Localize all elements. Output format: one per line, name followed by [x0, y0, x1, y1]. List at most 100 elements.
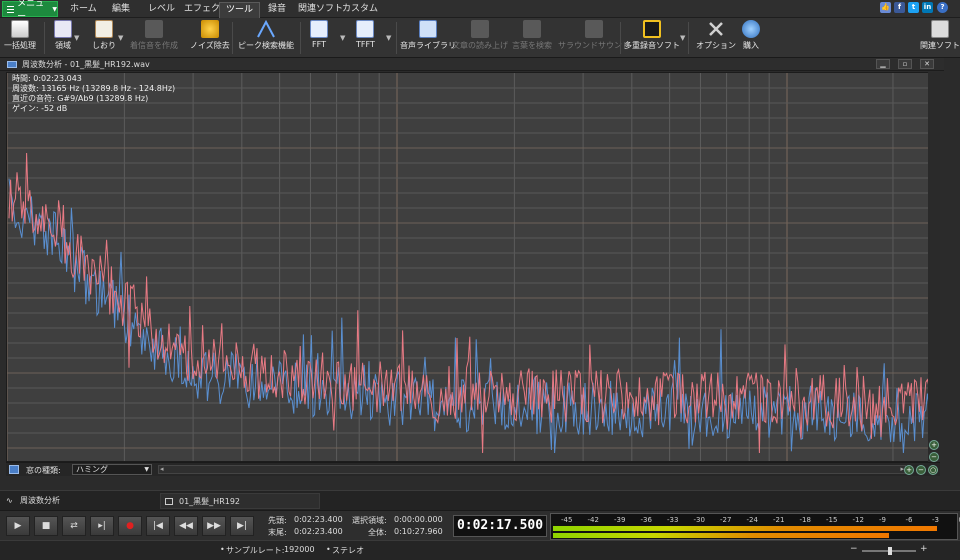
linkedin-icon[interactable]: in — [922, 2, 933, 13]
frequency-plot[interactable] — [6, 72, 940, 462]
tab-home[interactable]: ホーム — [64, 2, 103, 18]
level-bar-right — [553, 533, 889, 538]
ribbon-separator — [688, 22, 689, 54]
total-value: 0:10:27.960 — [394, 527, 443, 536]
waveform-icon: ∿ — [6, 496, 13, 505]
h-zoom-fit-icon[interactable]: ○ — [928, 465, 938, 475]
fft-button[interactable]: FFT — [310, 20, 328, 56]
tab-level[interactable]: レベル — [142, 2, 181, 18]
h-zoom-out-icon[interactable]: − — [916, 465, 926, 475]
ringtone-button[interactable]: 着信音を作成 — [130, 20, 178, 56]
region-button[interactable]: 領域 — [54, 20, 72, 56]
total-label: 全体: — [368, 528, 387, 537]
audio-library-button[interactable]: 音声ライブラリ — [400, 20, 456, 56]
record-button[interactable]: ● — [118, 516, 142, 536]
meter-tick-label: -9 — [879, 516, 886, 524]
loop-button[interactable]: ⇄ — [62, 516, 86, 536]
go-start-button[interactable]: |◀ — [146, 516, 170, 536]
text-reading-button[interactable]: 文章の読み上げ — [452, 20, 508, 56]
main-menu-button[interactable]: メニュー ▼ — [2, 0, 58, 22]
chevron-down-icon[interactable]: ▼ — [340, 34, 345, 42]
meter-tick-label: -30 — [693, 516, 705, 524]
channels-value: ステレオ — [332, 546, 364, 555]
zoom-out-icon[interactable]: − — [929, 452, 939, 462]
noise-removal-button[interactable]: ノイズ除去 — [190, 20, 230, 56]
restore-button[interactable]: ▫ — [898, 59, 912, 69]
ribbon-separator — [44, 22, 45, 54]
tab-custom[interactable]: カスタム — [336, 2, 384, 18]
level-bar-left — [553, 526, 937, 531]
word-search-icon — [523, 20, 541, 38]
zoom-in-icon[interactable]: + — [929, 440, 939, 450]
multitrack-button[interactable]: 多重録音ソフト — [624, 20, 680, 56]
rewind-button[interactable]: ◀◀ — [174, 516, 198, 536]
doc-tab-frequency-analysis[interactable]: ∿ 周波数分析 — [2, 493, 162, 509]
bullet-icon: • — [220, 545, 225, 554]
bookmark-label: しおり — [92, 41, 116, 50]
status-bar: • サンプルレート: 192000 • ステレオ − + — [0, 540, 960, 560]
like-icon[interactable]: 👍 — [880, 2, 891, 13]
close-button[interactable]: ✕ — [920, 59, 934, 69]
ribbon-separator — [396, 22, 397, 54]
chevron-down-icon[interactable]: ▼ — [680, 34, 685, 42]
tab-record[interactable]: 録音 — [262, 2, 292, 18]
tab-tools[interactable]: ツール — [219, 2, 261, 18]
window-type-value: ハミング — [76, 465, 108, 474]
options-button[interactable]: オプション — [696, 20, 736, 56]
meter-tick-label: -45 — [561, 516, 573, 524]
gain-readout: ゲイン: -52 dB — [12, 104, 68, 113]
horizontal-grid — [7, 87, 939, 449]
h-zoom-in-icon[interactable]: + — [904, 465, 914, 475]
skip-back-icon: |◀ — [153, 521, 163, 531]
meter-tick-label: -3 — [932, 516, 939, 524]
current-time-display: 0:02:17.500 — [453, 515, 547, 537]
zoom-column: + − ○ — [928, 72, 940, 476]
doc-tab-audio-file[interactable]: 01_黒髪_HR192 — [160, 493, 320, 509]
zoom-slider-thumb[interactable] — [888, 547, 892, 555]
window-type-bar: 窓の種類: ハミング ▼ ◂ ▸ + − ○ — [6, 462, 940, 476]
tfft-button[interactable]: TFFT — [356, 20, 375, 56]
related-software-button[interactable]: 関連ソフト — [920, 20, 960, 56]
fast-forward-icon: ▶▶ — [207, 521, 221, 531]
bookmark-button[interactable]: しおり — [92, 20, 116, 56]
scroll-left-icon[interactable]: ◂ — [160, 465, 164, 473]
record-icon: ● — [126, 521, 134, 531]
ringtone-icon — [145, 20, 163, 38]
facebook-icon[interactable]: f — [894, 2, 905, 13]
buy-button[interactable]: 購入 — [742, 20, 760, 56]
horizontal-scrollbar[interactable]: ◂ ▸ — [158, 465, 906, 474]
stop-button[interactable]: ■ — [34, 516, 58, 536]
play-selection-icon: ▸| — [98, 521, 106, 531]
peak-search-icon — [257, 19, 275, 38]
go-end-button[interactable]: ▶| — [230, 516, 254, 536]
start-label: 先頭: — [268, 516, 287, 525]
batch-process-button[interactable]: 一括処理 — [4, 20, 36, 56]
chevron-down-icon[interactable]: ▼ — [118, 34, 123, 42]
help-icon[interactable]: ? — [937, 2, 948, 13]
zoom-in-small-icon[interactable]: + — [920, 544, 928, 554]
peak-search-button[interactable]: ピーク検索機能 — [238, 19, 294, 56]
word-search-label: 言葉を検索 — [512, 41, 552, 50]
word-search-button[interactable]: 言葉を検索 — [512, 20, 552, 56]
meter-tick-label: -12 — [852, 516, 864, 524]
twitter-icon[interactable]: t — [908, 2, 919, 13]
meter-tick-label: -24 — [746, 516, 758, 524]
minimize-button[interactable]: ▁ — [876, 59, 890, 69]
tab-edit[interactable]: 編集 — [106, 2, 136, 18]
play-selection-button[interactable]: ▸| — [90, 516, 114, 536]
zoom-slider[interactable] — [862, 547, 916, 555]
play-button[interactable]: ▶ — [6, 516, 30, 536]
chevron-down-icon[interactable]: ▼ — [386, 34, 391, 42]
meter-tick-label: -33 — [667, 516, 679, 524]
bookmark-icon — [95, 20, 113, 38]
chevron-down-icon[interactable]: ▼ — [74, 34, 79, 42]
panel-title-text: 周波数分析 - 01_黒髪_HR192.wav — [22, 60, 150, 69]
stop-icon: ■ — [41, 521, 51, 531]
batch-process-label: 一括処理 — [4, 41, 36, 50]
fast-forward-button[interactable]: ▶▶ — [202, 516, 226, 536]
bullet-icon: • — [326, 545, 331, 554]
multitrack-label: 多重録音ソフト — [624, 41, 680, 50]
zoom-out-small-icon[interactable]: − — [850, 544, 858, 554]
window-type-select[interactable]: ハミング ▼ — [72, 464, 152, 475]
spectrum-series-red — [8, 152, 935, 454]
